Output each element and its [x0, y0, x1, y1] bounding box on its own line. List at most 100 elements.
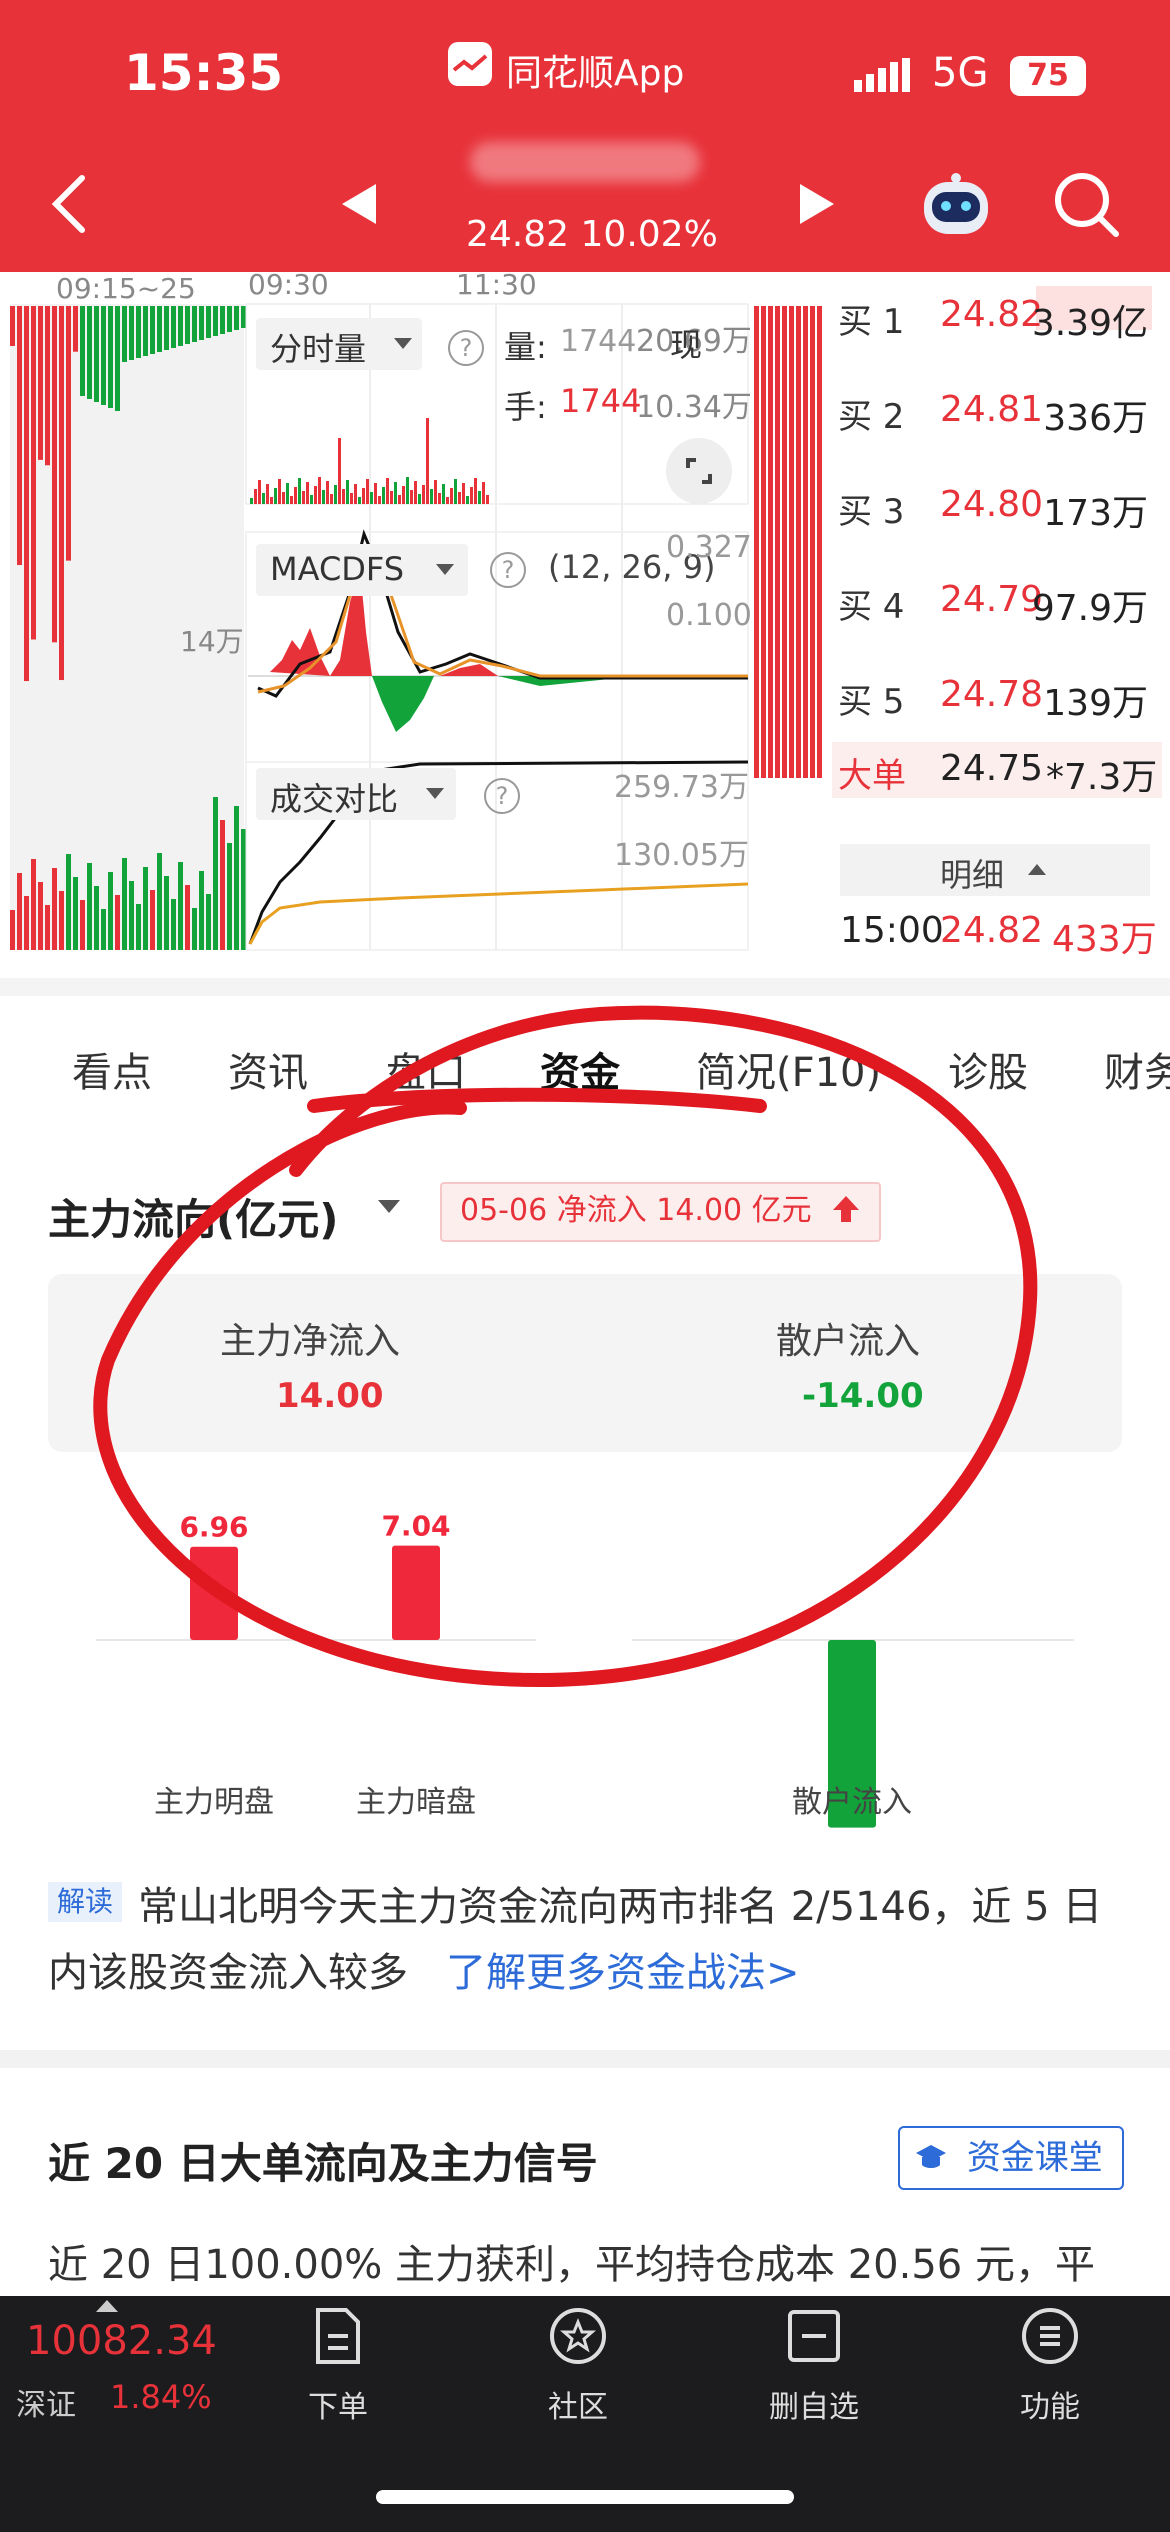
bid-level-label: 买 2: [838, 397, 905, 437]
auction-bar: [227, 306, 232, 332]
auction-bar: [101, 306, 106, 405]
auction-bar: [108, 872, 113, 950]
chevron-up-icon[interactable]: [96, 2300, 118, 2312]
volume-bar: [406, 477, 409, 504]
app-icon: [448, 42, 492, 86]
menu-circle-icon: [1022, 2308, 1078, 2364]
volume-bar: [454, 479, 457, 504]
prev-stock-icon[interactable]: [342, 184, 376, 224]
nav-order-button[interactable]: 下单: [258, 2306, 418, 2436]
panel1-hand-label: 手:: [504, 388, 547, 426]
panel3-selector[interactable]: 成交对比: [256, 768, 456, 820]
bid-volume: 336万: [1043, 398, 1148, 439]
volume-bar: [258, 480, 261, 504]
volume-bar: [362, 488, 365, 504]
auction-bar: [24, 896, 29, 950]
auction-bar: [52, 868, 57, 950]
help-icon[interactable]: ?: [484, 778, 520, 814]
document-icon: [316, 2308, 360, 2364]
bid-price: 24.81: [940, 389, 1044, 430]
next-stock-icon[interactable]: [800, 184, 834, 224]
minus-box-icon: [788, 2310, 840, 2362]
detail-toggle[interactable]: 明细: [940, 850, 1004, 896]
volume-bar: [394, 482, 397, 504]
bid-volume: 3.39亿: [1031, 303, 1148, 344]
nav-order-label: 下单: [308, 2390, 368, 2425]
panel2-axis-mid: 0.100: [666, 598, 752, 633]
learn-more-link[interactable]: 了解更多资金战法>: [446, 1940, 800, 1998]
signal-icon: [854, 58, 918, 92]
volume-bar: [266, 484, 269, 504]
battery-icon: 75: [1010, 56, 1086, 96]
intraday-chart-area[interactable]: 09:15~25 09:30 11:30 14万 分时量 ? 量: 1744 2…: [0, 268, 1170, 962]
auction-bar: [164, 876, 169, 950]
order-book-row: 买 3 24.80 173万: [838, 484, 1158, 544]
volume-bar: [302, 491, 305, 504]
index-value[interactable]: 10082.34: [26, 2318, 217, 2364]
volume-bar: [334, 485, 337, 504]
volume-bar: [318, 477, 321, 504]
panel1-axis-mid: 10.34万: [636, 390, 752, 425]
time-label-1130: 11:30: [456, 268, 537, 301]
panel1-hand-value: 1744: [560, 382, 642, 420]
nav-remove-watchlist-button[interactable]: 删自选: [734, 2306, 894, 2436]
volume-bar: [386, 478, 389, 504]
auction-bar: [31, 306, 36, 640]
auction-bar: [80, 306, 85, 396]
auction-bar: [115, 895, 120, 950]
volume-bar: [290, 496, 293, 504]
last-trade-time: 15:00: [840, 910, 944, 951]
auction-bar: [157, 306, 162, 352]
auction-bar: [87, 306, 92, 399]
auction-bar: [171, 306, 176, 348]
expand-icon[interactable]: [666, 438, 732, 504]
volume-bar: [274, 488, 277, 504]
volume-bar: [322, 490, 325, 504]
robot-assistant-icon[interactable]: [918, 170, 994, 242]
nav-functions-button[interactable]: 功能: [970, 2306, 1130, 2436]
chevron-down-icon: [436, 564, 454, 575]
auction-bar: [17, 306, 22, 566]
post-close-bar: [796, 306, 801, 778]
panel1-selector[interactable]: 分时量: [256, 318, 422, 370]
auction-bar: [45, 905, 50, 950]
volume-bar: [458, 492, 461, 504]
help-icon[interactable]: ?: [448, 330, 484, 366]
auction-bar: [115, 306, 120, 411]
nav-community-button[interactable]: 社区: [498, 2306, 658, 2436]
home-indicator[interactable]: [376, 2490, 794, 2504]
volume-bar: [278, 479, 281, 504]
last-trade-price: 24.82: [940, 910, 1044, 951]
volume-bar: [326, 481, 329, 504]
star-badge-icon: [550, 2308, 606, 2364]
volume-bar: [254, 489, 257, 504]
auction-bar: [10, 910, 15, 950]
auction-bar: [94, 886, 99, 950]
volume-bar: [414, 481, 417, 504]
volume-bar: [378, 496, 381, 504]
volume-bar: [286, 483, 289, 504]
post-close-bar: [754, 306, 759, 778]
auction-bar: [10, 306, 15, 346]
order-book-row: 买 1 24.82 3.39亿: [838, 294, 1158, 354]
post-close-bar: [768, 306, 773, 778]
auction-bar: [241, 829, 246, 950]
volume-bar: [446, 497, 449, 504]
auction-bar: [150, 890, 155, 950]
back-icon[interactable]: [46, 174, 96, 234]
bid-price: 24.80: [940, 484, 1044, 525]
volume-bar: [354, 484, 357, 504]
tab-item[interactable]: 财务: [1104, 1040, 1170, 1098]
panel1-now-label: 现: [670, 326, 703, 364]
fund-course-label: 资金课堂: [966, 2138, 1103, 2178]
status-time: 15:35: [124, 44, 284, 102]
reading-line-1: 常山北明今天主力资金流向两市排名 2/5146，近 5 日: [138, 1884, 1103, 1930]
volume-bar: [398, 495, 401, 504]
auction-bar: [66, 854, 71, 950]
search-icon[interactable]: [1052, 170, 1122, 240]
help-icon[interactable]: ?: [490, 552, 526, 588]
auction-bar: [220, 306, 225, 334]
panel2-selector[interactable]: MACDFS: [256, 544, 468, 596]
fund-course-button[interactable]: 资金课堂: [898, 2126, 1124, 2190]
volume-bar: [270, 497, 273, 504]
